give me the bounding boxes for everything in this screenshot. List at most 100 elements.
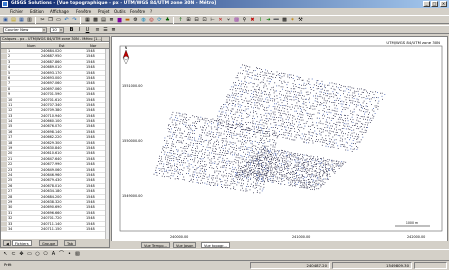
magnet-icon[interactable]: ⊂ [10,251,17,258]
column-header-nor[interactable]: Nor [90,44,96,48]
bold-button[interactable]: B [68,27,75,34]
pan-icon[interactable]: ✥ [18,251,25,258]
tab-fichiers[interactable]: Fichiers [12,240,32,246]
font-select[interactable]: Courier New ▾ [3,27,47,33]
table-icon[interactable]: ▦ [84,17,91,24]
survey-point [287,76,289,78]
wrench-icon[interactable]: ⚒ [297,17,304,24]
menu-help[interactable]: ? [150,9,152,14]
survey-point [225,112,227,114]
column-header-est[interactable]: Est [59,44,65,48]
survey-point [261,155,263,157]
snap-icon[interactable]: ⊡ [201,17,208,24]
refresh-icon[interactable]: ⟳ [156,17,163,24]
folder-icon[interactable]: ▬ [124,17,131,24]
menu-outils[interactable]: Outils [114,9,126,14]
menu-projet[interactable]: Projet [98,9,110,14]
align-center-icon[interactable]: ☰ [102,27,109,34]
menu-fenetre-2[interactable]: Fenêtre [130,9,145,14]
close-button[interactable]: × [440,1,447,7]
list-icon[interactable]: ≣ [108,17,115,24]
grid-toggle-icon[interactable]: ⊞ [185,17,192,24]
survey-point [358,93,359,95]
text-icon[interactable]: A [50,251,57,258]
survey-point [309,139,311,141]
undo-icon[interactable]: ↶ [63,17,70,24]
target-icon[interactable]: ◎ [148,17,155,24]
menu-fenetre[interactable]: Fenêtre [76,9,91,14]
menu-fichier[interactable]: Fichier [10,9,23,14]
survey-point [247,76,249,77]
table-row[interactable]: 34 240711.150 1548 [1,226,105,233]
align-left-icon[interactable]: ≡ [94,27,101,34]
survey-point [168,169,170,171]
layers-icon[interactable]: ▤ [100,17,107,24]
circle-icon[interactable]: ○ [34,251,41,258]
grid-icon[interactable]: ▩ [92,17,99,24]
settings-icon[interactable]: ⚙ [132,17,139,24]
arc-icon[interactable]: ⌒ [58,251,65,258]
zoom-icon[interactable]: ⚲ [241,17,248,24]
minimize-button[interactable]: _ [423,1,430,7]
star-icon[interactable]: ✶ [289,17,296,24]
map-canvas[interactable]: UTM/WGS 84/UTM zone 30N N 1551000.00 155… [112,37,447,241]
align-right-icon[interactable]: ≣ [110,27,117,34]
survey-point [310,189,312,190]
survey-point [318,182,320,184]
column-header-num[interactable]: Num [27,44,35,48]
cut-icon[interactable]: ✂ [39,17,46,24]
paste-icon[interactable]: ▭ [55,17,62,24]
arrow-up-icon[interactable]: ↑ [177,17,184,24]
survey-point [240,94,242,96]
italic-button[interactable]: I [76,27,83,34]
open-icon[interactable]: ▤ [10,17,17,24]
map-view[interactable]: UTM/WGS 84/UTM zone 30N N 1551000.00 155… [111,36,448,248]
redo-icon[interactable]: ↷ [71,17,78,24]
split-icon[interactable]: ⑂ [225,17,232,24]
chart-icon[interactable]: ▆ [116,17,123,24]
underline-button[interactable]: U [84,27,91,34]
tree-icon[interactable]: ♣ [164,17,171,24]
fill-icon[interactable]: ▧ [74,251,81,258]
survey-point [197,121,199,122]
tab-vue-topographique[interactable]: Vue topogr... [201,242,230,248]
print-icon[interactable]: ▥ [26,17,33,24]
tab-tab[interactable]: Tab [64,240,77,246]
polygon-icon[interactable]: ⬠ [42,251,49,258]
pointer-icon[interactable]: ↖ [2,251,9,258]
size-select[interactable]: 10 ▾ [50,27,64,33]
menu-affichage[interactable]: Affichage [50,9,69,14]
menu-edition[interactable]: Edition [30,9,44,14]
survey-point [336,92,337,93]
grid-align-icon[interactable]: ⊟ [193,17,200,24]
survey-point [304,167,305,169]
table-scrollbar[interactable] [105,49,109,239]
globe-icon[interactable]: ◍ [140,17,147,24]
survey-point [168,166,170,168]
survey-point [191,139,193,141]
cross-icon[interactable]: ✖ [249,17,256,24]
survey-point [278,157,279,159]
tab-vue-jason[interactable]: Vue Jason [173,242,197,248]
measure-icon[interactable]: ⊢ [209,17,216,24]
line-icon[interactable]: ➖ [273,17,280,24]
maximize-button[interactable]: □ [431,1,438,7]
survey-point [310,135,312,136]
survey-point [318,163,320,165]
new-icon[interactable]: ▣ [2,17,9,24]
survey-point [240,155,242,156]
save-icon[interactable]: ▦ [18,17,25,24]
polyline-icon[interactable]: ⌇ [257,17,264,24]
palette-icon[interactable]: ▩ [281,17,288,24]
delete-icon[interactable]: ✕ [217,17,224,24]
tab-groupe[interactable]: Groupe [39,240,59,246]
row-marker [1,108,7,113]
route-icon[interactable]: ➔ [265,17,272,24]
tab-vue-tempo[interactable]: Vue Tempo... [141,242,170,248]
copy-icon[interactable]: ❐ [47,17,54,24]
survey-point [225,126,227,128]
rectangle-icon[interactable]: ▭ [26,251,33,258]
select-icon[interactable]: ▨ [233,17,240,24]
tab-nav-first[interactable]: ◀ [3,240,11,246]
point-icon[interactable]: • [66,251,73,258]
